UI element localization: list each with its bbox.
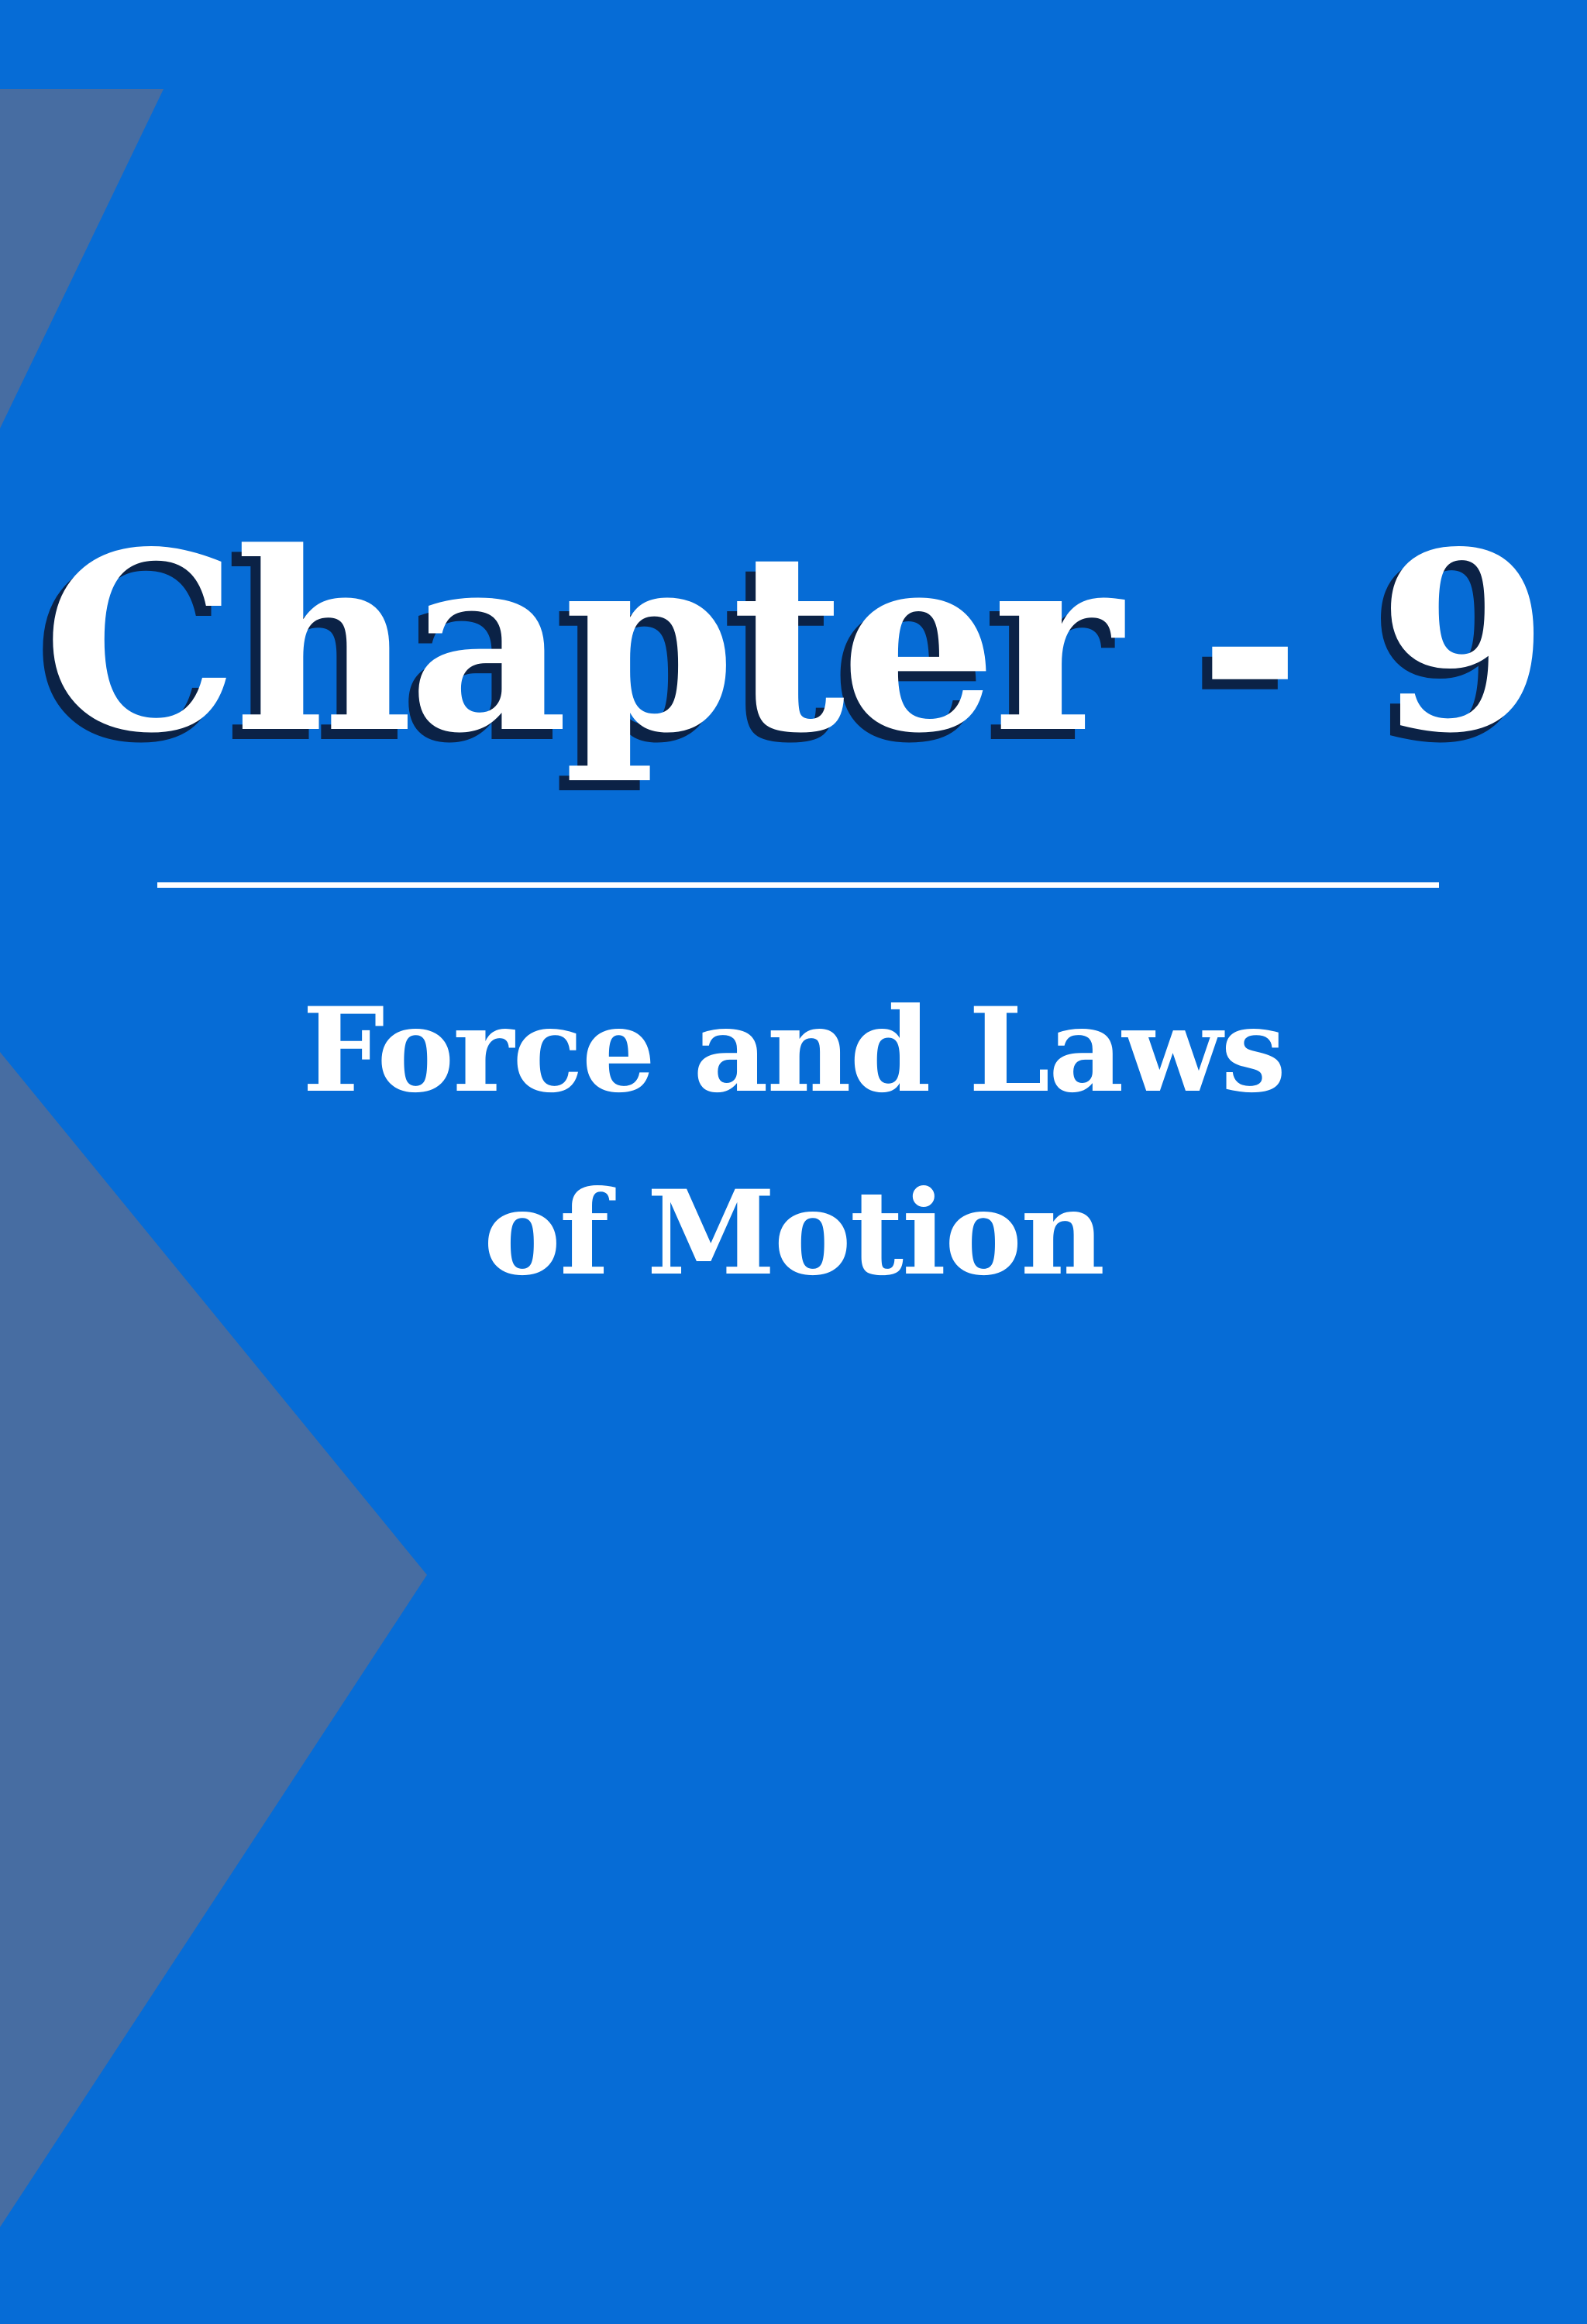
subtitle-line-1: Force and Laws xyxy=(302,982,1286,1119)
top-triangle-shape xyxy=(0,89,164,428)
chapter-title: Chapter - 9 xyxy=(42,497,1549,787)
title-divider xyxy=(157,882,1439,888)
subtitle-line-2: of Motion xyxy=(483,1165,1105,1301)
book-cover: Chapter - 9 Force and Laws of Motion xyxy=(0,0,1587,2324)
chapter-subtitle: Force and Laws of Motion xyxy=(0,959,1587,1325)
